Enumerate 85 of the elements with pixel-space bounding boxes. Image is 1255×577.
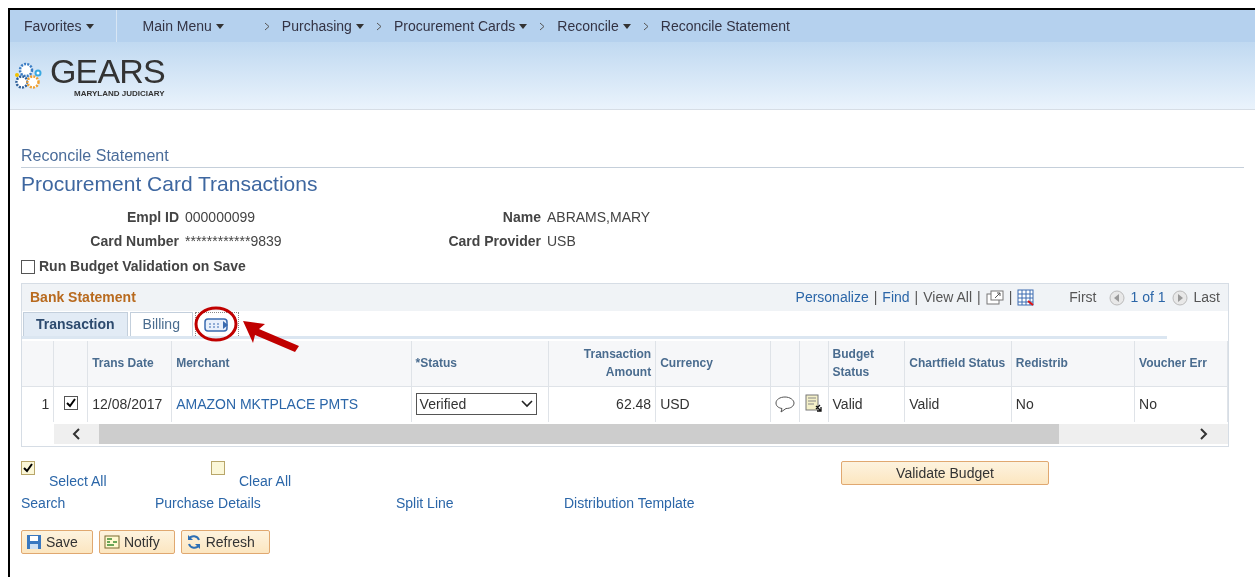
arrow-annotation bbox=[242, 318, 301, 352]
field-label: Card Provider bbox=[447, 232, 542, 250]
select-all-link[interactable]: Select All bbox=[49, 471, 107, 492]
previous-icon[interactable] bbox=[1108, 289, 1125, 306]
table-cell: No bbox=[1011, 386, 1135, 422]
last-label: Last bbox=[1193, 288, 1220, 307]
merchant-link[interactable]: AMAZON MKTPLACE PMTS bbox=[176, 395, 359, 412]
table-cell: 62.48 bbox=[548, 386, 656, 422]
separator: | bbox=[914, 288, 919, 307]
table-cell: No bbox=[1134, 386, 1228, 422]
nav-menu-item[interactable]: Reconcile bbox=[557, 15, 631, 37]
nav-menu-item[interactable]: Purchasing bbox=[281, 15, 364, 37]
nav-menu-item[interactable]: Main Menu bbox=[142, 15, 252, 37]
logo-subtitle: MARYLAND JUDICIARY bbox=[73, 89, 165, 98]
gears-icon bbox=[14, 60, 44, 91]
new-window-icon[interactable] bbox=[985, 290, 1004, 305]
column-header[interactable]: Voucher Err bbox=[1134, 341, 1228, 386]
scroll-left-icon[interactable] bbox=[72, 428, 81, 440]
action-link[interactable]: Purchase Details bbox=[155, 493, 396, 514]
status-dropdown[interactable]: Verified bbox=[415, 393, 537, 416]
column-header[interactable]: *Status bbox=[411, 341, 548, 386]
notify-button[interactable]: Notify bbox=[98, 530, 175, 554]
validate-budget-button[interactable]: Validate Budget bbox=[841, 461, 1049, 485]
nav-menu-item[interactable]: Reconcile Statement bbox=[660, 15, 790, 37]
save-button[interactable]: Save bbox=[21, 530, 93, 554]
separator: | bbox=[1008, 288, 1013, 307]
column-header[interactable]: Currency bbox=[655, 341, 771, 386]
column-header[interactable]: Chartfield Status bbox=[904, 341, 1012, 386]
grid-link[interactable]: Find bbox=[882, 287, 910, 308]
chevron-icon bbox=[642, 21, 649, 31]
table-cell: Valid bbox=[828, 386, 905, 422]
grid-link[interactable]: Personalize bbox=[795, 287, 869, 308]
grid-title: Bank Statement bbox=[30, 288, 137, 307]
column-header[interactable]: Budget Status bbox=[828, 341, 905, 386]
table-cell: Valid bbox=[904, 386, 1012, 422]
table-cell: 12/08/2017 bbox=[87, 386, 172, 422]
document-arrows-icon[interactable] bbox=[803, 394, 824, 415]
separator: | bbox=[977, 288, 981, 307]
clear-all-link[interactable]: Clear All bbox=[239, 471, 292, 492]
spreadsheet-icon[interactable] bbox=[1017, 288, 1036, 307]
field-value: 000000099 bbox=[185, 208, 257, 226]
note-icon bbox=[103, 535, 120, 549]
nav-menu-item[interactable]: Favorites bbox=[24, 15, 94, 37]
page-count: 1 of 1 bbox=[1130, 288, 1166, 307]
tab[interactable]: Billing bbox=[129, 312, 193, 336]
refresh-button[interactable]: Refresh bbox=[180, 530, 270, 554]
columns-icon bbox=[203, 317, 230, 332]
column-header[interactable]: Trans Date bbox=[87, 341, 172, 386]
action-link[interactable]: Split Line bbox=[396, 493, 564, 514]
row-checkbox[interactable] bbox=[63, 395, 78, 410]
clear-all-checkbox[interactable] bbox=[211, 461, 225, 475]
chevron-icon bbox=[539, 21, 546, 31]
logo-title: GEARS bbox=[50, 53, 165, 88]
action-link[interactable]: Search bbox=[21, 493, 155, 514]
field-label: Name bbox=[501, 208, 542, 226]
breadcrumb: Reconcile Statement bbox=[21, 146, 1244, 168]
separator: | bbox=[873, 288, 878, 307]
highlight-circle bbox=[192, 306, 239, 342]
scrollbar-thumb[interactable] bbox=[99, 424, 1059, 444]
page-title: Procurement Card Transactions bbox=[21, 171, 319, 197]
action-link[interactable]: Distribution Template bbox=[564, 493, 695, 514]
column-header[interactable]: Transaction Amount bbox=[548, 341, 656, 386]
select-all-checkbox[interactable] bbox=[21, 461, 35, 475]
field-value: ABRAMS,MARY bbox=[547, 208, 652, 226]
field-label: Empl ID bbox=[125, 208, 180, 226]
field-value: USB bbox=[547, 232, 577, 250]
column-header[interactable]: Redistrib bbox=[1011, 341, 1135, 386]
checkbox-label: Run Budget Validation on Save bbox=[39, 257, 246, 276]
nav-menu-item[interactable]: Procurement Cards bbox=[393, 15, 528, 37]
view-all-text: View All bbox=[923, 288, 972, 307]
speech-bubble-icon[interactable] bbox=[774, 395, 795, 414]
tab[interactable]: Transaction bbox=[23, 312, 128, 336]
checkbox[interactable] bbox=[21, 259, 35, 274]
scroll-right-icon[interactable] bbox=[1199, 428, 1208, 440]
chevron-icon bbox=[263, 21, 270, 31]
table-cell: USD bbox=[655, 386, 771, 422]
column-header[interactable]: Merchant bbox=[171, 341, 412, 386]
row-number: 1 bbox=[22, 386, 54, 422]
refresh-icon bbox=[185, 534, 202, 550]
chevron-down-icon bbox=[520, 400, 533, 409]
field-label: Card Number bbox=[89, 232, 180, 250]
next-icon[interactable] bbox=[1171, 289, 1188, 306]
chevron-icon bbox=[375, 21, 382, 31]
first-label: First bbox=[1069, 288, 1097, 307]
field-value: ************9839 bbox=[185, 232, 283, 250]
